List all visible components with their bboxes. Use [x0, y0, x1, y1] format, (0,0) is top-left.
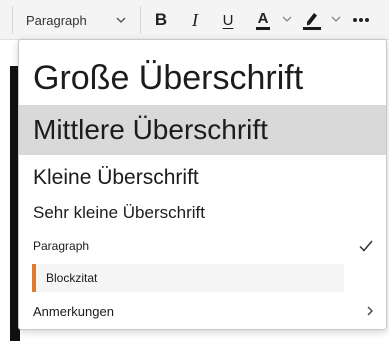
- italic-icon: I: [192, 9, 198, 30]
- underline-button[interactable]: U: [217, 6, 239, 34]
- highlight-button[interactable]: [300, 6, 324, 34]
- block-format-menu: Große Überschrift Mittlere Überschrift K…: [18, 39, 387, 330]
- highlight-chevron-icon[interactable]: [331, 14, 341, 24]
- block-format-value: Paragraph: [26, 12, 87, 28]
- menu-item-label: Anmerkungen: [33, 303, 114, 319]
- bold-button[interactable]: B: [150, 6, 172, 34]
- menu-item-annotations[interactable]: Anmerkungen: [19, 298, 386, 324]
- font-color-button[interactable]: A: [252, 6, 274, 34]
- editor-screen: Paragraph B I U A Große Überschrift Mitt…: [0, 0, 389, 341]
- block-format-dropdown[interactable]: Paragraph: [19, 6, 136, 34]
- menu-item-heading-2[interactable]: Mittlere Überschrift: [19, 105, 386, 155]
- menu-item-label: Große Überschrift: [33, 58, 304, 97]
- toolbar-separator: [140, 6, 141, 34]
- more-horizontal-icon: [353, 18, 369, 22]
- menu-item-label: Blockzitat: [46, 271, 98, 285]
- italic-button[interactable]: I: [185, 6, 205, 34]
- font-color-icon: A: [255, 10, 271, 30]
- menu-item-blockquote[interactable]: Blockzitat: [32, 264, 344, 292]
- menu-item-paragraph[interactable]: Paragraph: [19, 233, 386, 259]
- menu-item-label: Mittlere Überschrift: [33, 114, 268, 145]
- more-options-button[interactable]: [349, 6, 373, 34]
- chevron-down-icon: [116, 17, 126, 23]
- underline-icon: U: [222, 11, 234, 29]
- toolbar-separator: [12, 6, 13, 34]
- font-color-chevron-icon[interactable]: [282, 14, 292, 24]
- menu-item-label: Paragraph: [33, 239, 90, 253]
- bold-icon: B: [154, 10, 168, 29]
- menu-item-label: Sehr kleine Überschrift: [33, 203, 205, 222]
- chevron-right-icon: [367, 306, 373, 316]
- menu-item-heading-1[interactable]: Große Überschrift: [19, 50, 386, 106]
- menu-item-heading-3[interactable]: Kleine Überschrift: [19, 160, 386, 196]
- menu-item-label: Kleine Überschrift: [33, 166, 199, 189]
- formatting-toolbar: Paragraph B I U A: [0, 0, 389, 40]
- highlighter-icon: [303, 13, 321, 30]
- menu-item-heading-4[interactable]: Sehr kleine Überschrift: [19, 198, 386, 228]
- checkmark-icon: [359, 240, 373, 252]
